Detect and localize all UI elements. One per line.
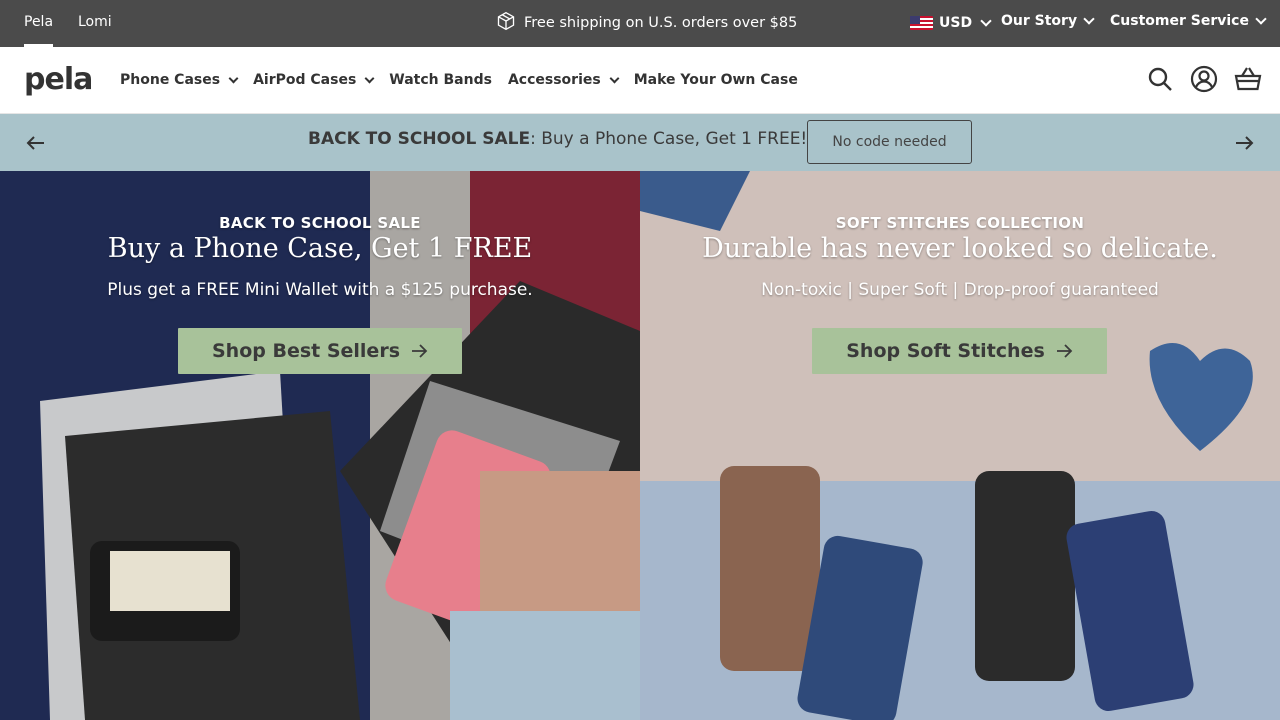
- main-navigation: pela Phone Cases AirPod Cases Watch Band…: [0, 47, 1280, 114]
- nav-item-watch-bands[interactable]: Watch Bands: [389, 69, 492, 91]
- nav-item-label: Watch Bands: [389, 72, 492, 88]
- chevron-down-icon: [609, 73, 620, 83]
- pela-logo[interactable]: pela: [24, 65, 93, 95]
- arrow-right-icon: [412, 344, 428, 358]
- hero-subline: Plus get a FREE Mini Wallet with a $125 …: [107, 280, 533, 300]
- shop-best-sellers-button[interactable]: Shop Best Sellers: [178, 328, 462, 374]
- shop-soft-stitches-button[interactable]: Shop Soft Stitches: [812, 328, 1107, 374]
- hero-eyebrow: SOFT STITCHES COLLECTION: [835, 214, 1085, 232]
- cart-basket-icon[interactable]: [1234, 65, 1262, 97]
- arrow-right-icon: [1056, 344, 1073, 358]
- chevron-down-icon: [1083, 13, 1095, 25]
- nav-icons: [1146, 65, 1262, 97]
- shipping-promo: Free shipping on U.S. orders over $85: [496, 11, 798, 35]
- nav-item-label: Accessories: [507, 72, 601, 88]
- announcement-bar: BACK TO SCHOOL SALE: Buy a Phone Case, G…: [0, 114, 1280, 171]
- hero-back-to-school[interactable]: BACK TO SCHOOL SALE Buy a Phone Case, Ge…: [0, 171, 640, 720]
- search-icon[interactable]: [1146, 65, 1174, 97]
- cta-label: Shop Soft Stitches: [846, 340, 1045, 362]
- nav-item-phone-cases[interactable]: Phone Cases: [120, 69, 239, 91]
- hero-subline: Non-toxic | Super Soft | Drop-proof guar…: [761, 280, 1159, 300]
- chevron-down-icon: [980, 15, 992, 27]
- chevron-down-icon: [1255, 13, 1267, 25]
- nav-item-label: Phone Cases: [120, 72, 221, 88]
- announcement-body: : Buy a Phone Case, Get 1 FREE!: [530, 129, 808, 149]
- currency-selector[interactable]: USD: [910, 13, 992, 33]
- utility-bar: Pela Lomi Free shipping on U.S. orders o…: [0, 0, 1280, 47]
- announcement-text: BACK TO SCHOOL SALE: Buy a Phone Case, G…: [308, 129, 807, 149]
- no-code-badge: No code needed: [807, 120, 972, 164]
- nav-item-label: AirPod Cases: [253, 72, 357, 88]
- brand-tab-lomi[interactable]: Lomi: [78, 0, 112, 47]
- nav-item-label: Make Your Own Case: [633, 72, 798, 88]
- arrow-left-icon[interactable]: [24, 131, 48, 155]
- chevron-down-icon: [364, 73, 375, 83]
- nav-item-accessories[interactable]: Accessories: [507, 69, 620, 91]
- account-icon[interactable]: [1190, 65, 1218, 97]
- hero-eyebrow: BACK TO SCHOOL SALE: [219, 214, 421, 232]
- currency-label: USD: [939, 15, 973, 31]
- announcement-bold: BACK TO SCHOOL SALE: [308, 129, 531, 149]
- hero-headline: Durable has never looked so delicate.: [702, 233, 1218, 264]
- us-flag-icon: [910, 16, 933, 30]
- customer-service-menu[interactable]: Customer Service: [1110, 13, 1267, 29]
- hero-soft-stitches[interactable]: SOFT STITCHES COLLECTION Durable has nev…: [640, 171, 1280, 720]
- nav-item-airpod-cases[interactable]: AirPod Cases: [253, 69, 375, 91]
- shipping-promo-text: Free shipping on U.S. orders over $85: [524, 15, 798, 31]
- customer-service-label: Customer Service: [1110, 13, 1249, 29]
- our-story-label: Our Story: [1001, 13, 1078, 29]
- nav-links: Phone Cases AirPod Cases Watch Bands Acc…: [120, 69, 814, 91]
- hero-headline: Buy a Phone Case, Get 1 FREE: [107, 233, 533, 264]
- cta-label: Shop Best Sellers: [211, 340, 400, 362]
- nav-item-make-your-own-case[interactable]: Make Your Own Case: [634, 69, 798, 91]
- our-story-menu[interactable]: Our Story: [1001, 13, 1095, 29]
- brand-tab-pela[interactable]: Pela: [24, 0, 54, 47]
- chevron-down-icon: [228, 73, 239, 83]
- box-icon: [496, 11, 516, 35]
- arrow-right-icon[interactable]: [1232, 131, 1256, 155]
